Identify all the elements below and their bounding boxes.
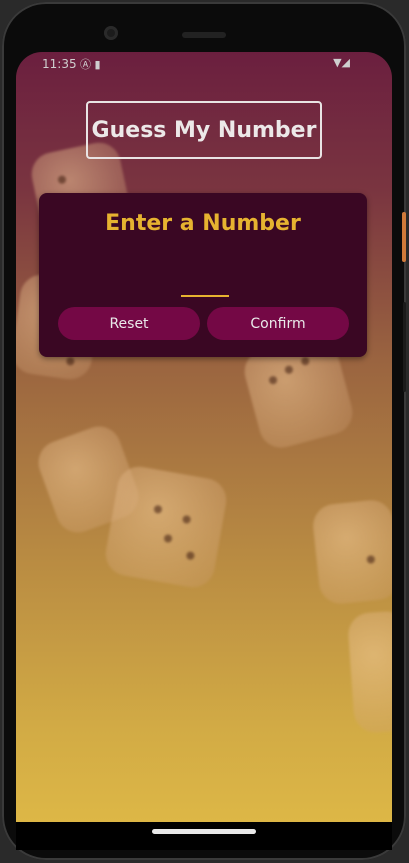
number-input[interactable]: [181, 263, 229, 297]
notification-icons: Ⓐ ▮: [80, 58, 101, 71]
card-title: Enter a Number: [105, 211, 301, 236]
status-time: 11:35: [42, 57, 77, 71]
front-camera: [104, 26, 118, 40]
home-gesture-bar[interactable]: [152, 829, 256, 834]
volume-button[interactable]: [403, 302, 406, 392]
confirm-button[interactable]: Confirm: [207, 307, 349, 340]
reset-button[interactable]: Reset: [58, 307, 200, 340]
phone-frame: 11:35 Ⓐ ▮ ▼◢ Guess My Number Enter a Num…: [2, 2, 406, 860]
dice-decoration: [346, 610, 392, 734]
navigation-bar: [16, 822, 392, 850]
signal-wifi-icon: ▼◢: [333, 56, 350, 69]
status-bar: 11:35 Ⓐ ▮ ▼◢: [16, 52, 392, 76]
app-title: Guess My Number: [86, 101, 322, 159]
app-screen: 11:35 Ⓐ ▮ ▼◢ Guess My Number Enter a Num…: [16, 52, 392, 822]
earpiece-speaker: [182, 32, 226, 38]
number-input-card: Enter a Number Reset Confirm: [39, 193, 367, 357]
dice-decoration: [310, 498, 392, 606]
dice-decoration: [102, 463, 230, 591]
power-button[interactable]: [402, 212, 406, 262]
